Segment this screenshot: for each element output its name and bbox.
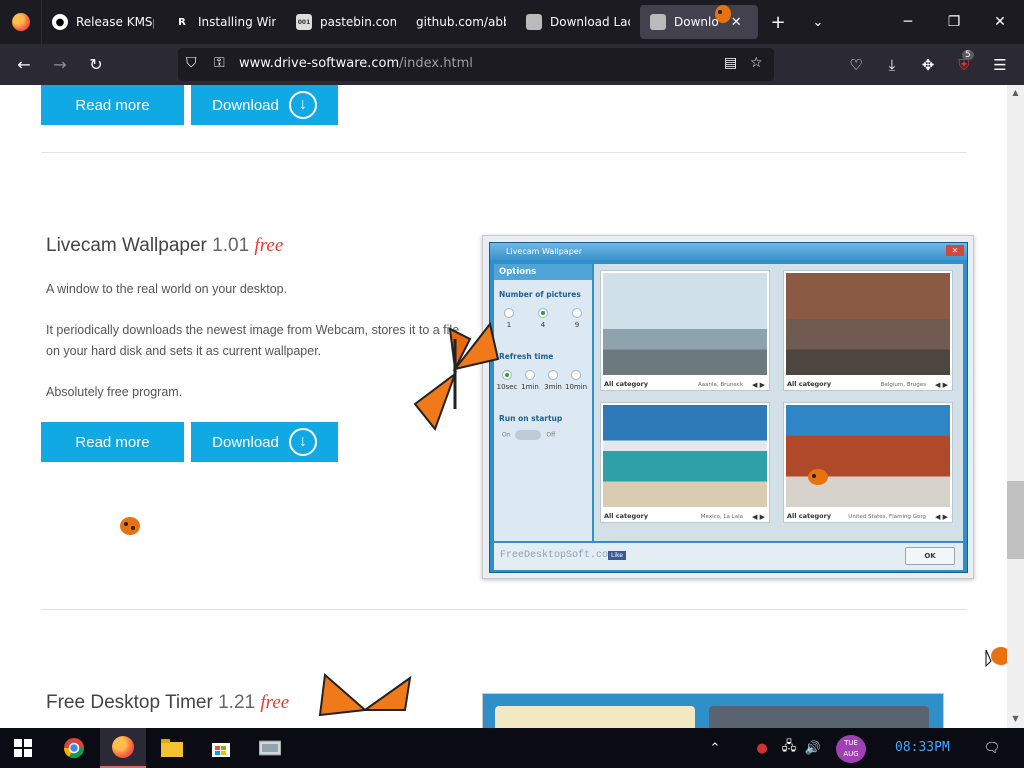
show-hidden-icons-chevron-icon[interactable]: ⌃ <box>705 728 725 768</box>
page-content: Read more Download ↓ Livecam Wallpaper 1… <box>0 85 1007 728</box>
notifications-icon[interactable]: 🗨 <box>980 728 1004 768</box>
github-icon: ● <box>52 14 68 30</box>
menu-hamburger-icon[interactable]: ☰ <box>982 44 1018 85</box>
options-panel: Options Number of pictures 1 4 9 Refresh… <box>494 264 592 541</box>
forward-button[interactable]: → <box>42 49 78 81</box>
firefox-taskbar-icon[interactable] <box>100 728 146 768</box>
download-button[interactable]: Download ↓ <box>191 422 338 462</box>
read-more-button[interactable]: Read more <box>41 422 184 462</box>
butterfly-sprite <box>318 673 412 717</box>
tab-release-kmsp[interactable]: ● Release KMSp <box>42 0 164 44</box>
maximize-button[interactable]: ❐ <box>931 0 977 44</box>
reader-view-icon[interactable]: ▤ <box>724 55 737 71</box>
tab-installing-win[interactable]: R Installing Win <box>164 0 286 44</box>
read-more-button-top[interactable]: Read more <box>41 85 184 125</box>
network-icon[interactable]: 🖧 <box>778 728 800 768</box>
firefox-view-button[interactable] <box>0 0 42 44</box>
back-button[interactable]: ← <box>6 49 42 81</box>
webcam-tile: All category Aaanla, Bruneck ◀ ▶ <box>600 270 770 391</box>
ladybug-sprite <box>808 469 828 485</box>
new-tab-button[interactable]: + <box>758 0 798 44</box>
app-footer: FreeDesktopSoft.com Like OK <box>494 543 963 570</box>
download-button-top[interactable]: Download ↓ <box>191 85 338 125</box>
url-text[interactable]: www.drive-software.com/index.html <box>239 56 473 71</box>
firefox-icon <box>11 13 30 31</box>
permissions-icon[interactable]: ⚿ <box>214 55 225 71</box>
tab-pastebin[interactable]: 001 pastebin.com/ <box>286 0 406 44</box>
tray-app-icon[interactable]: ● <box>752 728 772 768</box>
file-explorer-icon[interactable] <box>149 728 195 768</box>
app-titlebar: Livecam Wallpaper <box>490 243 967 260</box>
pastebin-icon: 001 <box>296 14 312 30</box>
minimize-button[interactable]: ─ <box>885 0 931 44</box>
pocket-icon[interactable]: ♡ <box>838 44 874 85</box>
download-icon[interactable]: ⤓ <box>874 44 910 85</box>
list-tabs-chevron-icon[interactable]: ⌄ <box>798 0 838 44</box>
tab-bar: ● Release KMSp R Installing Win 001 past… <box>0 0 1024 44</box>
ladybug-sprite <box>120 517 140 535</box>
product-description-3: Absolutely free program. <box>46 385 183 399</box>
extension-badge: 5 <box>962 50 974 60</box>
tab-download-lad[interactable]: Download Lad <box>516 0 640 44</box>
extensions-icon[interactable]: ✥ <box>910 44 946 85</box>
download-arrow-icon: ↓ <box>288 428 317 456</box>
clock[interactable]: 08:33PM <box>895 740 950 755</box>
product-description-2: It periodically downloads the newest ima… <box>46 323 460 358</box>
product-title: Livecam Wallpaper 1.01 free <box>46 235 284 256</box>
scrollbar-thumb[interactable] <box>1007 481 1024 559</box>
product-screenshot[interactable]: Livecam Wallpaper ✕ Options Number of pi… <box>482 235 974 579</box>
app-close-icon: ✕ <box>946 245 964 256</box>
store-icon[interactable] <box>198 728 244 768</box>
windows-start-icon[interactable] <box>0 728 46 768</box>
webcam-tile: All category Belgium, Bruges ◀ ▶ <box>783 270 953 391</box>
butterfly-sprite <box>413 321 500 432</box>
site-icon <box>526 14 542 30</box>
webcam-tile: All category United States, Flaming Gorg ◀… <box>783 402 953 523</box>
volume-icon[interactable]: 🔊 <box>802 728 824 768</box>
ladybug-sprite <box>715 5 731 23</box>
download-arrow-icon: ↓ <box>288 91 317 119</box>
tab-download-active[interactable]: Downlo ✕ <box>640 5 758 39</box>
app-window-mock: Livecam Wallpaper ✕ Options Number of pi… <box>489 242 968 573</box>
product-title-2: Free Desktop Timer 1.21 free <box>46 692 290 713</box>
site-icon <box>650 14 666 30</box>
webcam-tile: All category Mexico, La Lala ◀ ▶ <box>600 402 770 523</box>
date-badge[interactable]: TUE AUG <box>836 735 866 763</box>
tab-github-abbo[interactable]: github.com/abbo <box>406 0 516 44</box>
scrollbar-track[interactable] <box>1007 85 1024 728</box>
product-screenshot-2[interactable] <box>482 693 944 728</box>
app-taskbar-icon[interactable] <box>247 728 293 768</box>
chrome-icon[interactable] <box>51 728 97 768</box>
reload-button[interactable]: ↻ <box>78 49 114 81</box>
url-bar[interactable]: ⛉ ⚿ www.drive-software.com/index.html ▤ … <box>178 48 774 81</box>
divider <box>41 152 967 153</box>
scroll-down-icon[interactable]: ▼ <box>1007 714 1024 726</box>
close-window-button[interactable]: ✕ <box>977 0 1023 44</box>
bookmark-star-icon[interactable]: ☆ <box>750 55 763 71</box>
scroll-up-icon[interactable]: ▲ <box>1007 88 1024 100</box>
product-description-1: A window to the real world on your deskt… <box>46 282 288 296</box>
shield-icon[interactable]: ⛉ <box>186 55 197 71</box>
webcam-grid: All category Aaanla, Bruneck ◀ ▶ All categ… <box>594 264 963 541</box>
r-icon: R <box>178 16 186 28</box>
divider <box>41 609 967 610</box>
